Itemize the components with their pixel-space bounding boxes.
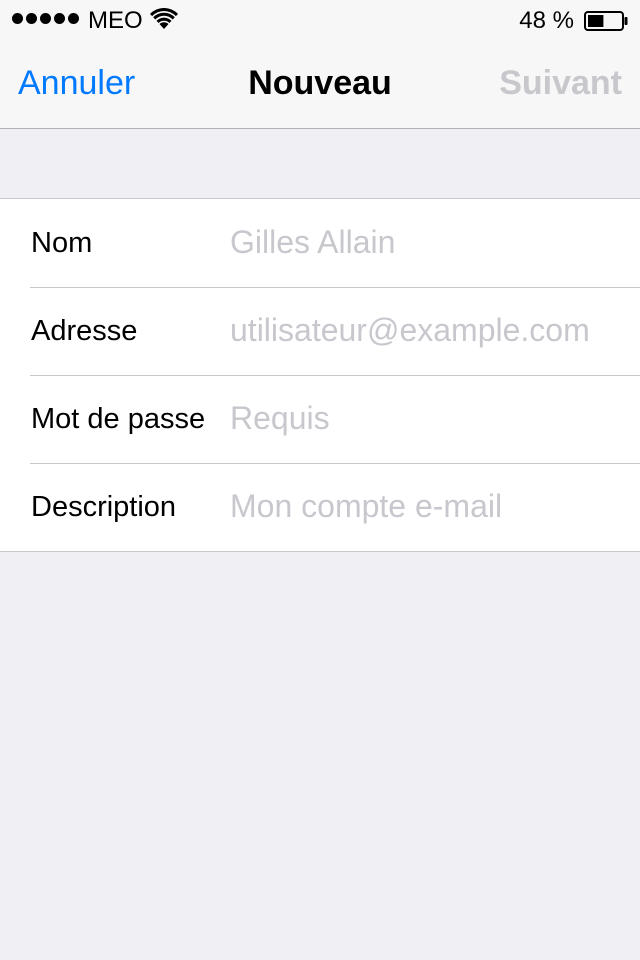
account-form: Nom Adresse Mot de passe Description — [0, 198, 640, 552]
name-field[interactable] — [230, 217, 630, 267]
signal-dots-icon — [12, 13, 79, 24]
name-label: Nom — [31, 227, 93, 259]
next-button[interactable]: Suivant — [499, 64, 622, 103]
password-field[interactable] — [230, 393, 630, 443]
signal-dot — [40, 13, 51, 24]
description-row[interactable]: Description — [0, 463, 640, 551]
signal-dot — [12, 13, 23, 24]
battery-percentage: 48 % — [519, 7, 574, 34]
address-label: Adresse — [31, 315, 138, 347]
description-field[interactable] — [230, 481, 630, 531]
wifi-icon — [150, 7, 178, 37]
signal-dot — [54, 13, 65, 24]
battery-icon — [584, 10, 628, 31]
carrier-name: MEO — [88, 7, 143, 34]
signal-dot — [26, 13, 37, 24]
battery-fill — [588, 15, 604, 27]
signal-dot — [68, 13, 79, 24]
password-label: Mot de passe — [31, 403, 206, 435]
name-row[interactable]: Nom — [0, 199, 640, 287]
password-row[interactable]: Mot de passe — [0, 375, 640, 463]
navigation-bar: Annuler Nouveau Suivant — [0, 40, 640, 129]
description-label: Description — [31, 491, 177, 523]
address-row[interactable]: Adresse — [0, 287, 640, 375]
email-field[interactable] — [230, 305, 630, 355]
status-bar: MEO 48 % — [0, 0, 640, 40]
